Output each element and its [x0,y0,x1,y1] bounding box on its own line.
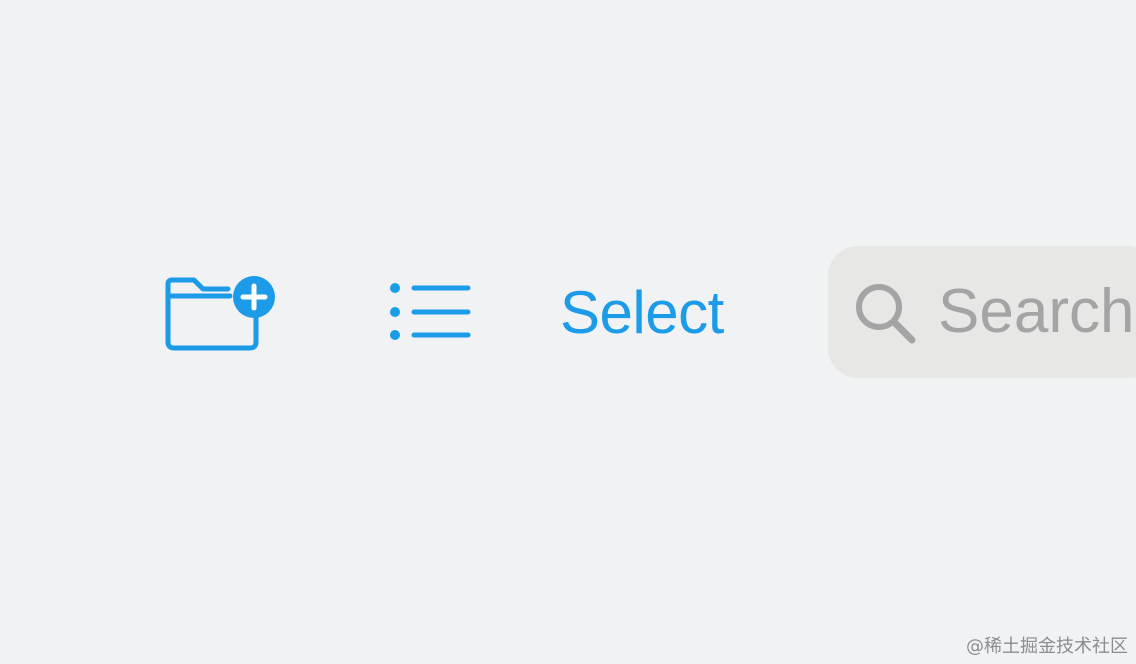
search-placeholder: Search [938,277,1135,346]
folder-plus-icon [165,276,275,351]
search-field[interactable]: Search [828,246,1136,378]
toolbar: Select Search [0,0,1136,664]
list-view-button[interactable] [384,278,476,348]
select-button[interactable]: Select [560,276,724,350]
magnifying-glass-icon [856,284,916,344]
list-bullet-icon [390,283,471,340]
watermark: @稀土掘金技术社区 [966,636,1128,657]
new-folder-button[interactable] [160,270,280,356]
